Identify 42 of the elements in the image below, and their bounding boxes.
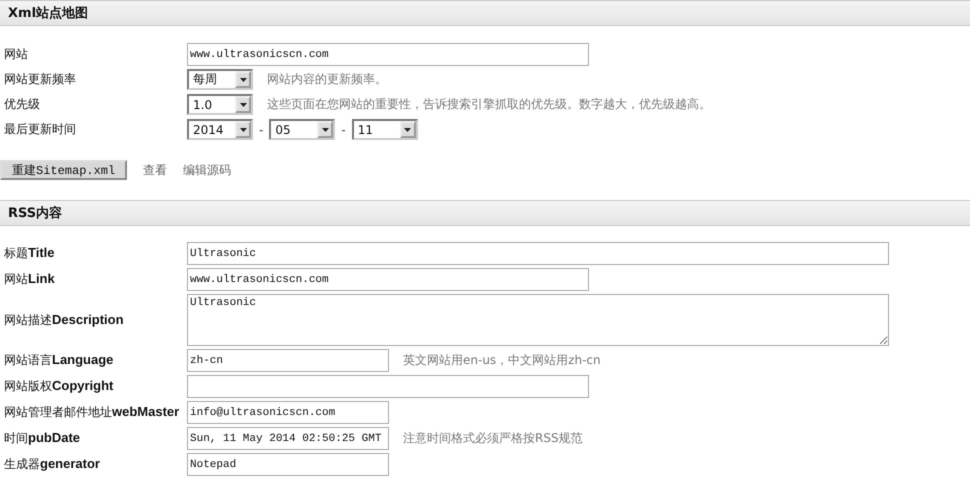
text-field[interactable]: Sun, 11 May 2014 02:50:25 GMT — [187, 427, 389, 450]
text-field[interactable]: zh-cn — [187, 349, 389, 372]
text-field[interactable]: www.ultrasonicscn.com — [187, 268, 589, 291]
dropdown[interactable]: 05 — [269, 119, 336, 140]
date-separator: - — [341, 122, 346, 136]
section-header: Xml站点地图 — [0, 0, 970, 26]
field-label: 标题Title — [3, 245, 56, 262]
field-label: 网站Link — [3, 271, 56, 288]
text-field[interactable]: info@ultrasonicscn.com — [187, 401, 389, 424]
section-header: RSS内容 — [0, 200, 970, 226]
text-link[interactable]: 编辑源码 — [183, 162, 232, 178]
field-label: 网站版权Copyright — [3, 378, 114, 395]
field-label: 生成器generator — [3, 456, 101, 473]
caret-icon — [322, 128, 329, 132]
field-label: 网站更新频率 — [3, 71, 77, 88]
caret-icon — [240, 102, 246, 106]
field-hint: 注意时间格式必须严格按RSS规范 — [403, 430, 583, 447]
field-label: 网站管理者邮件地址webMaster — [3, 404, 180, 421]
text-area[interactable]: Ultrasonic — [187, 294, 889, 346]
text-link[interactable]: 查看 — [143, 162, 168, 178]
url-field[interactable]: www.ultrasonicscn.com — [187, 43, 589, 66]
field-label: 时间pubDate — [3, 430, 81, 447]
field-hint: 网站内容的更新频率。 — [267, 71, 387, 88]
caret-icon — [404, 128, 412, 132]
text-field[interactable]: Ultrasonic — [187, 242, 889, 265]
field-label: 最后更新时间 — [3, 121, 77, 138]
field-label: 优先级 — [3, 96, 41, 113]
field-label: 网站 — [3, 46, 29, 63]
field-label: 网站语言Language — [3, 352, 114, 369]
dropdown[interactable]: 2014 — [187, 119, 253, 140]
caret-icon — [240, 78, 246, 82]
text-field[interactable]: Notepad — [187, 453, 389, 476]
caret-icon — [240, 128, 246, 132]
dropdown[interactable]: 每周 — [187, 69, 253, 90]
field-hint: 英文网站用en-us，中文网站用zh-cn — [403, 352, 601, 369]
dropdown[interactable]: 1.0 — [187, 94, 253, 115]
text-field[interactable] — [187, 375, 589, 398]
rebuild-button[interactable]: 重建Sitemap.xml — [0, 160, 128, 180]
field-label: 网站描述Description — [3, 312, 125, 328]
date-separator: - — [259, 122, 264, 136]
field-hint: 这些页面在您网站的重要性，告诉搜索引擎抓取的优先级。数字越大，优先级越高。 — [267, 96, 711, 113]
dropdown[interactable]: 11 — [352, 119, 418, 140]
